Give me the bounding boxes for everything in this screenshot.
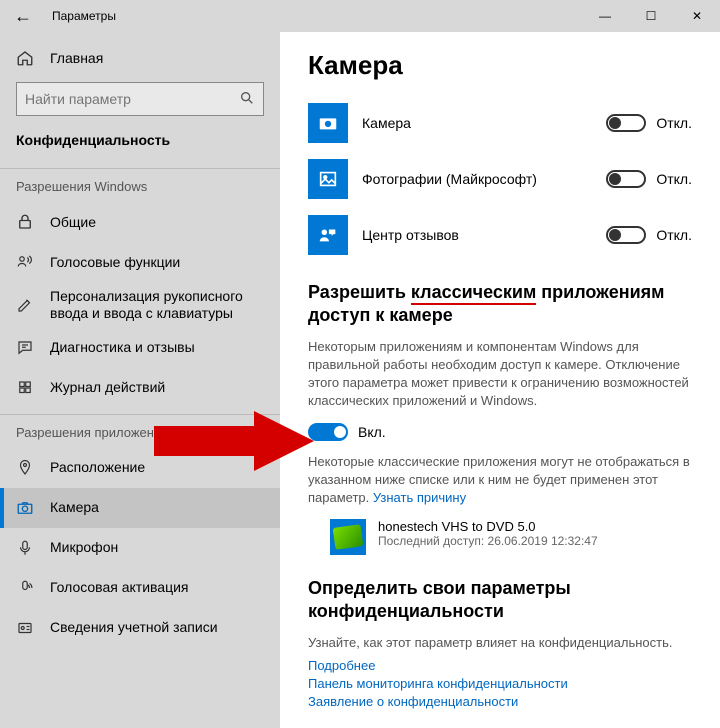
app-toggle-label: Откл. xyxy=(656,227,692,243)
sidebar-item-label: Персонализация рукописного ввода и ввода… xyxy=(50,288,264,322)
sidebar-item-label: Голосовая активация xyxy=(50,579,189,596)
voice-icon xyxy=(16,579,34,597)
app-toggle-label: Откл. xyxy=(656,171,692,187)
microphone-icon xyxy=(16,539,34,557)
sidebar-item-account[interactable]: Сведения учетной записи xyxy=(0,608,280,648)
sidebar: Главная Конфиденциальность Разрешения Wi… xyxy=(0,32,280,728)
sidebar-item-label: Диагностика и отзывы xyxy=(50,339,195,356)
sidebar-item-speech[interactable]: Голосовые функции xyxy=(0,242,280,282)
section-privacy-heading: Определить свои параметры конфиденциальн… xyxy=(308,577,692,624)
link-dashboard[interactable]: Панель мониторинга конфиденциальности xyxy=(308,676,692,691)
minimize-button[interactable]: — xyxy=(582,0,628,32)
lock-icon xyxy=(16,213,34,231)
app-name: Фотографии (Майкрософт) xyxy=(362,171,606,187)
link-more[interactable]: Подробнее xyxy=(308,658,692,673)
classic-app-icon xyxy=(330,519,366,555)
sidebar-group-apps: Разрешения приложений xyxy=(0,421,280,448)
sidebar-item-label: Общие xyxy=(50,214,96,231)
search-icon xyxy=(239,90,255,109)
sidebar-home[interactable]: Главная xyxy=(0,38,280,78)
app-toggle[interactable] xyxy=(606,114,646,132)
section-classic-apps-heading: Разрешить классическим приложениям досту… xyxy=(308,281,692,328)
maximize-button[interactable]: ☐ xyxy=(628,0,674,32)
section-classic-apps-desc: Некоторым приложениям и компонентам Wind… xyxy=(308,338,692,411)
sidebar-item-label: Микрофон xyxy=(50,539,118,556)
sidebar-item-label: Сведения учетной записи xyxy=(50,619,218,636)
app-row-photos: Фотографии (Майкрософт) Откл. xyxy=(308,155,692,203)
app-name: Центр отзывов xyxy=(362,227,606,243)
sidebar-item-microphone[interactable]: Микрофон xyxy=(0,528,280,568)
section-classic-apps-note: Некоторые классические приложения могут … xyxy=(308,453,692,508)
location-icon xyxy=(16,459,34,477)
search-input-container[interactable] xyxy=(16,82,264,116)
link-statement[interactable]: Заявление о конфиденциальности xyxy=(308,694,692,709)
classic-apps-toggle-label: Вкл. xyxy=(358,424,386,440)
section-privacy-desc: Узнайте, как этот параметр влияет на кон… xyxy=(308,634,692,652)
speech-icon xyxy=(16,253,34,271)
sidebar-item-general[interactable]: Общие xyxy=(0,202,280,242)
sidebar-item-label: Камера xyxy=(50,499,99,516)
camera-icon xyxy=(16,499,34,517)
feedback-icon xyxy=(16,339,34,357)
back-button[interactable]: ← xyxy=(0,6,46,27)
app-name: Камера xyxy=(362,115,606,131)
classic-app-last-access: Последний доступ: 26.06.2019 12:32:47 xyxy=(378,534,598,548)
classic-app-item: honestech VHS to DVD 5.0 Последний досту… xyxy=(330,519,692,555)
classic-apps-toggle-row: Вкл. xyxy=(308,423,692,441)
history-icon xyxy=(16,379,34,397)
app-toggle-label: Откл. xyxy=(656,115,692,131)
sidebar-item-inking[interactable]: Персонализация рукописного ввода и ввода… xyxy=(0,282,280,328)
home-icon xyxy=(16,49,34,67)
sidebar-item-location[interactable]: Расположение xyxy=(0,448,280,488)
sidebar-item-camera[interactable]: Камера xyxy=(0,488,280,528)
sidebar-home-label: Главная xyxy=(50,50,103,66)
content-pane: Камера Камера Откл. Фотографии (Майкросо… xyxy=(280,32,720,728)
app-row-feedback: Центр отзывов Откл. xyxy=(308,211,692,259)
classic-app-name: honestech VHS to DVD 5.0 xyxy=(378,519,598,534)
window-title: Параметры xyxy=(52,9,116,23)
sidebar-group-windows: Разрешения Windows xyxy=(0,175,280,202)
sidebar-section-title: Конфиденциальность xyxy=(0,126,280,162)
app-toggle[interactable] xyxy=(606,170,646,188)
app-icon-camera xyxy=(308,103,348,143)
sidebar-item-activity[interactable]: Журнал действий xyxy=(0,368,280,408)
app-toggle[interactable] xyxy=(606,226,646,244)
account-icon xyxy=(16,619,34,637)
learn-why-link[interactable]: Узнать причину xyxy=(373,490,466,505)
underlined-word: классическим xyxy=(411,282,536,305)
search-input[interactable] xyxy=(25,91,239,107)
sidebar-item-label: Расположение xyxy=(50,459,145,476)
sidebar-item-diagnostics[interactable]: Диагностика и отзывы xyxy=(0,328,280,368)
close-button[interactable]: ✕ xyxy=(674,0,720,32)
classic-apps-toggle[interactable] xyxy=(308,423,348,441)
sidebar-item-label: Журнал действий xyxy=(50,379,165,396)
page-title: Камера xyxy=(308,50,692,81)
app-icon-photos xyxy=(308,159,348,199)
pencil-icon xyxy=(16,296,34,314)
app-row-camera: Камера Откл. xyxy=(308,99,692,147)
sidebar-item-voice-activation[interactable]: Голосовая активация xyxy=(0,568,280,608)
app-icon-feedback xyxy=(308,215,348,255)
sidebar-item-label: Голосовые функции xyxy=(50,254,180,271)
